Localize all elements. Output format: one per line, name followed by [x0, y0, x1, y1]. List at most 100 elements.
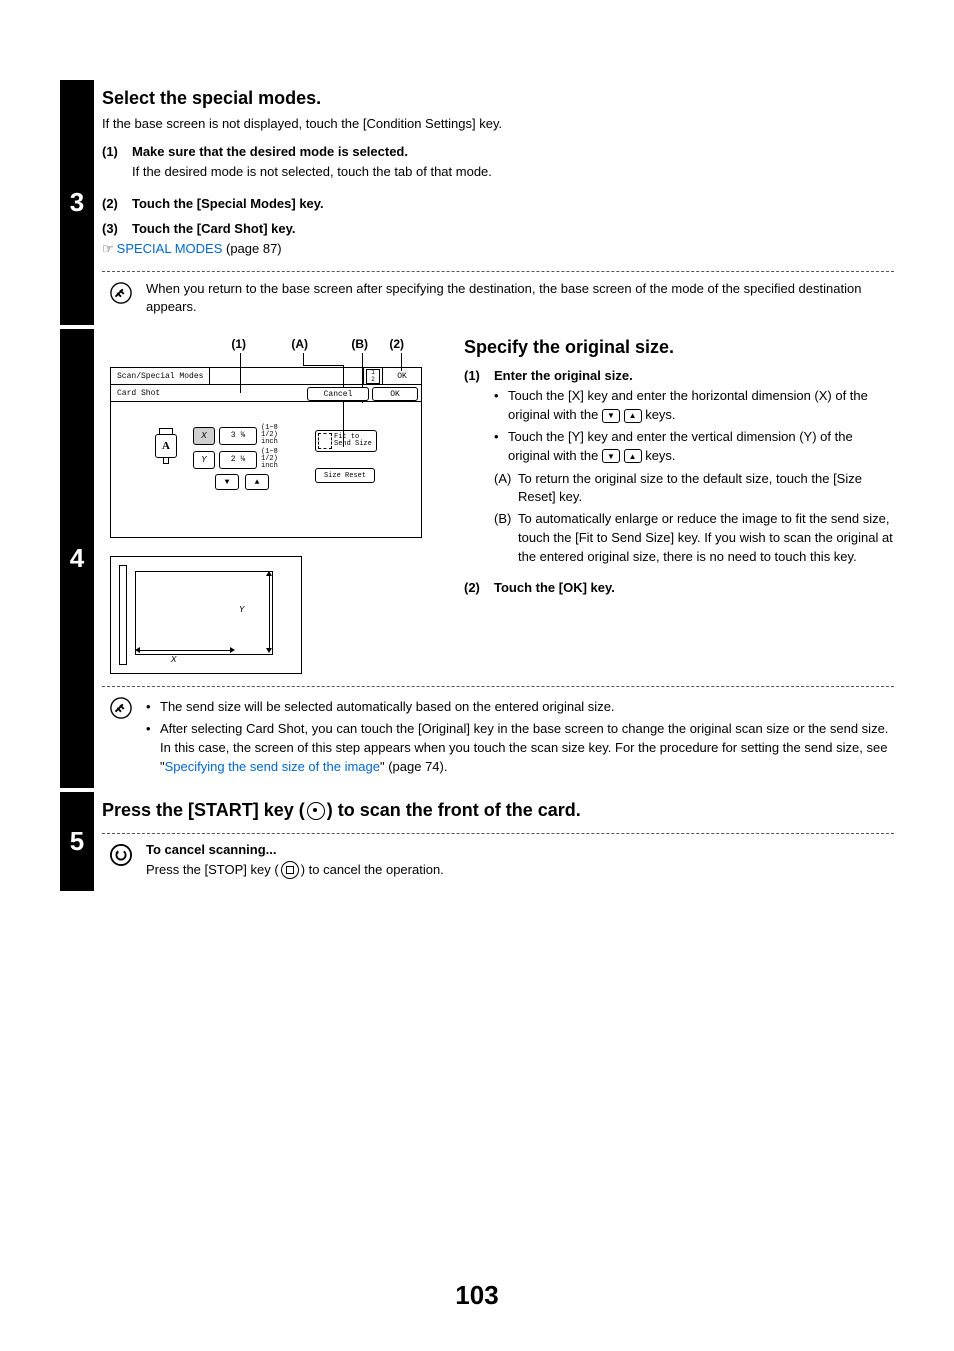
- diagram-x-arrow: [137, 650, 233, 651]
- y-value: 2 ⅛: [219, 451, 257, 469]
- step-5: 5 Press the [START] key ( ) to scan the f…: [60, 792, 894, 892]
- step4-note2: After selecting Card Shot, you can touch…: [146, 720, 894, 777]
- xy-diagram: Y X: [110, 556, 302, 674]
- step3-intro: If the base screen is not displayed, tou…: [102, 115, 894, 134]
- b1a: Touch the [X] key and enter the horizont…: [508, 388, 868, 422]
- start-key-icon: [307, 802, 325, 820]
- touch-panel: Scan/Special Modes 12 OK Card Shot Cance…: [110, 367, 422, 538]
- item-A: (A) To return the original size to the d…: [494, 470, 894, 508]
- callout-B: (B): [308, 337, 368, 351]
- tab-scan-special[interactable]: Scan/Special Modes: [111, 368, 210, 384]
- panel-sub-bar: Card Shot Cancel OK: [111, 385, 421, 402]
- orientation-icon[interactable]: A: [155, 434, 177, 458]
- b1b: keys.: [645, 407, 675, 422]
- b2b: keys.: [645, 448, 675, 463]
- x-key[interactable]: X: [193, 427, 215, 445]
- step-3-body: Select the special modes. If the base sc…: [94, 80, 894, 325]
- step4-sub1-head: Enter the original size.: [494, 368, 894, 383]
- divider: [102, 271, 894, 272]
- up-arrow-button[interactable]: ▲: [245, 474, 269, 490]
- ok-button-sub[interactable]: OK: [372, 387, 418, 401]
- down-arrow-button[interactable]: ▼: [215, 474, 239, 490]
- inline-down-icon-2: ▼: [602, 449, 620, 463]
- label-B: (B): [494, 510, 518, 567]
- step3-sub3-num: (3): [102, 221, 132, 236]
- ok-button-top[interactable]: OK: [382, 368, 421, 384]
- step4-left-column: (1) (A) (B) (2): [102, 337, 440, 674]
- step-4: 4 (1) (A) (B) (2): [60, 329, 894, 787]
- panel-callouts: (1) (A) (B) (2): [110, 337, 440, 351]
- note2b: " (page 74).: [380, 759, 448, 774]
- y-row: Y 2 ⅛ (1~8 1/2) inch: [193, 449, 291, 470]
- step3-sub3: (3) Touch the [Card Shot] key.: [102, 221, 894, 236]
- step-3: 3 Select the special modes. If the base …: [60, 80, 894, 325]
- b2a: Touch the [Y] key and enter the vertical…: [508, 429, 853, 463]
- pointer-icon: ☞: [102, 241, 113, 256]
- step-number-3: 3: [60, 80, 94, 325]
- step3-sub1-head: Make sure that the desired mode is selec…: [132, 144, 894, 159]
- step4-sub1: (1) Enter the original size. Touch the […: [464, 368, 894, 570]
- step-number-4: 4: [60, 329, 94, 787]
- diagram-y-label: Y: [239, 605, 244, 615]
- fit-to-send-size-button[interactable]: Fit to Send Size: [315, 430, 377, 452]
- step4-note1: The send size will be selected automatic…: [146, 698, 894, 717]
- diagram-x-label: X: [171, 655, 176, 665]
- x-row: X 3 ⅜ (1~8 1/2) inch: [193, 425, 291, 446]
- x-range: (1~8 1/2) inch: [261, 425, 291, 446]
- inline-down-icon: ▼: [602, 409, 620, 423]
- label-A: (A): [494, 470, 518, 508]
- diagram-outer-bar: [119, 565, 127, 665]
- step5-note: To cancel scanning... Press the [STOP] k…: [102, 842, 894, 884]
- callout-2: (2): [368, 337, 404, 351]
- fit-icon: [318, 433, 332, 449]
- step4-sub1-num: (1): [464, 368, 494, 570]
- tab-index-icon[interactable]: 12: [363, 368, 382, 384]
- step4-sub2-num: (2): [464, 580, 494, 595]
- step5-title-a: Press the [START] key (: [102, 800, 305, 820]
- step3-note-text: When you return to the base screen after…: [146, 280, 894, 318]
- return-icon: [110, 844, 132, 866]
- step3-sub2-head: Touch the [Special Modes] key.: [132, 196, 894, 211]
- note-icon: [110, 697, 132, 719]
- diagram-y-arrow: [269, 573, 270, 651]
- step5-sub-head: To cancel scanning...: [146, 842, 444, 857]
- note-icon: [110, 282, 132, 304]
- step3-sub1: (1) Make sure that the desired mode is s…: [102, 144, 894, 186]
- callout-A: (A): [246, 337, 308, 351]
- send-size-link[interactable]: Specifying the send size of the image: [165, 759, 380, 774]
- item-B: (B) To automatically enlarge or reduce t…: [494, 510, 894, 567]
- step3-sub3-head: Touch the [Card Shot] key.: [132, 221, 894, 236]
- diagram-card: [135, 571, 273, 655]
- step-5-body: Press the [START] key ( ) to scan the fro…: [94, 792, 894, 892]
- step3-sub1-num: (1): [102, 144, 132, 186]
- callout-1: (1): [110, 337, 246, 351]
- panel-sub-title: Card Shot: [111, 385, 307, 401]
- step3-note: When you return to the base screen after…: [102, 280, 894, 318]
- y-key[interactable]: Y: [193, 451, 215, 469]
- step-number-5: 5: [60, 792, 94, 892]
- step4-title: Specify the original size.: [464, 337, 894, 358]
- step4-bullet-1: Touch the [X] key and enter the horizont…: [494, 387, 894, 425]
- x-value: 3 ⅜: [219, 427, 257, 445]
- step3-ref-page: (page 87): [222, 241, 281, 256]
- step3-ref: ☞ SPECIAL MODES (page 87): [102, 240, 894, 259]
- step4-note: The send size will be selected automatic…: [102, 695, 894, 779]
- step4-sub2-head: Touch the [OK] key.: [494, 580, 894, 595]
- step4-right-column: Specify the original size. (1) Enter the…: [464, 337, 894, 674]
- step3-title: Select the special modes.: [102, 88, 894, 109]
- arrow-buttons: ▼ ▲: [215, 474, 269, 490]
- step3-sub1-body: If the desired mode is not selected, tou…: [132, 163, 894, 182]
- cancel-button[interactable]: Cancel: [307, 387, 369, 401]
- size-reset-button[interactable]: Size Reset: [315, 468, 375, 483]
- step5-title-b: ) to scan the front of the card.: [327, 800, 581, 820]
- step3-sub2: (2) Touch the [Special Modes] key.: [102, 196, 894, 211]
- step4-bullet-2: Touch the [Y] key and enter the vertical…: [494, 428, 894, 466]
- divider: [102, 686, 894, 687]
- special-modes-link[interactable]: SPECIAL MODES: [117, 241, 223, 256]
- stop-key-icon: [281, 861, 299, 879]
- inline-up-icon-2: ▲: [624, 449, 642, 463]
- text-A: To return the original size to the defau…: [518, 470, 894, 508]
- step3-sub2-num: (2): [102, 196, 132, 211]
- inline-up-icon: ▲: [624, 409, 642, 423]
- panel-main: A X 3 ⅜ (1~8 1/2) inch Y 2 ⅛ (1~8 1/2) i…: [111, 402, 421, 537]
